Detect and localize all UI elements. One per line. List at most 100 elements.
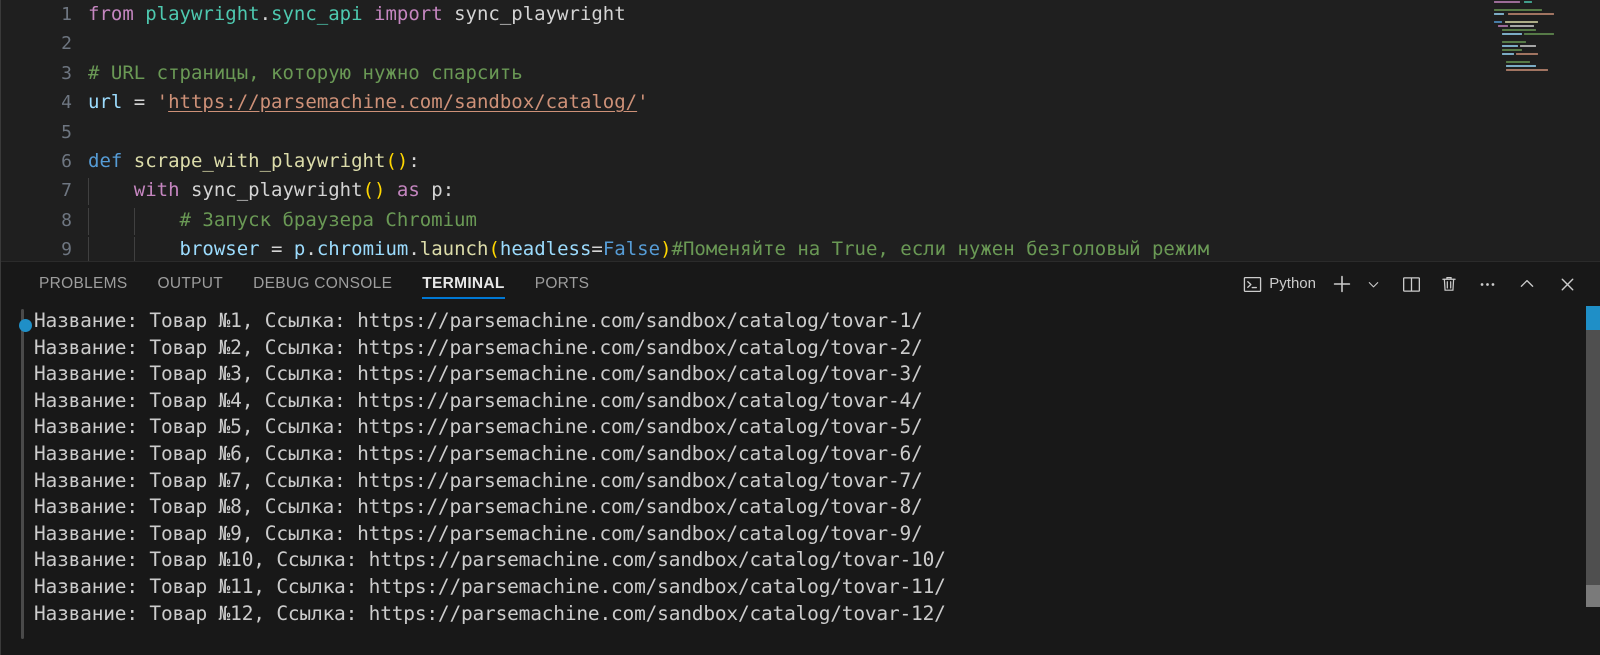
terminal-line: Название: Товар №6, Ссылка: https://pars… xyxy=(34,441,923,465)
code-token: sync_playwright xyxy=(442,3,626,25)
code-token: from xyxy=(88,3,146,25)
code-line[interactable]: 2 xyxy=(0,29,1600,58)
minimap-segment xyxy=(1502,33,1522,35)
tab-terminal[interactable]: TERMINAL xyxy=(407,262,519,306)
terminal-scrollbar[interactable] xyxy=(1586,306,1600,655)
code-token: sync_playwright xyxy=(190,179,363,202)
code-minimap[interactable] xyxy=(1492,0,1592,75)
terminal-output[interactable]: Название: Товар №1, Ссылка: https://pars… xyxy=(0,306,1600,655)
minimap-segment xyxy=(1506,69,1548,71)
terminal-type-icon[interactable] xyxy=(1237,268,1267,300)
trash-icon[interactable] xyxy=(1434,268,1464,300)
panel-tab-label: TERMINAL xyxy=(422,275,505,292)
minimap-segment xyxy=(1498,25,1508,27)
terminal-name-label[interactable]: Python xyxy=(1269,268,1316,300)
code-line[interactable]: 3 # URL страницы, которую нужно спарсить xyxy=(0,59,1600,88)
code-token: sync_api xyxy=(271,3,363,25)
code-token: as xyxy=(396,179,420,202)
minimap-segment xyxy=(1494,1,1520,3)
new-terminal-icon[interactable] xyxy=(1326,268,1358,300)
minimap-segment xyxy=(1520,45,1536,47)
code-line[interactable]: 7 with sync_playwright() as p: xyxy=(0,176,1600,206)
panel-tab-label: PORTS xyxy=(534,275,590,292)
minimap-segment xyxy=(1506,65,1536,67)
minimap-segment xyxy=(1524,1,1532,3)
code-token: https://parsemachine.com/sandbox/catalog… xyxy=(168,91,638,114)
code-token: = xyxy=(122,91,157,114)
code-editor[interactable]: 1 from playwright.sync_api import sync_pl… xyxy=(0,0,1600,261)
panel-tab-label: OUTPUT xyxy=(157,275,224,292)
code-token: . xyxy=(305,238,317,261)
minimap-segment xyxy=(1508,13,1554,15)
code-token: # URL страницы, которую нужно спарсить xyxy=(88,61,523,84)
panel-actions[interactable]: Python xyxy=(1237,262,1582,306)
code-text: from playwright.sync_api import sync_pla… xyxy=(88,0,626,29)
code-line[interactable]: 5 xyxy=(0,118,1600,147)
line-number: 7 xyxy=(61,180,72,202)
terminal-line: Название: Товар №11, Ссылка: https://par… xyxy=(34,574,946,598)
code-line[interactable]: 9 browser = p.chromium.launch(headless=F… xyxy=(0,235,1600,261)
code-line[interactable]: 1 from playwright.sync_api import sync_pl… xyxy=(0,0,1600,29)
code-token: . xyxy=(259,3,272,25)
code-text: # URL страницы, которую нужно спарсить xyxy=(88,59,523,88)
line-number: 1 xyxy=(61,4,72,25)
more-actions-icon[interactable] xyxy=(1472,268,1502,300)
code-text: with sync_playwright() as p: xyxy=(88,176,454,205)
terminal-lines-container: Название: Товар №1, Ссылка: https://pars… xyxy=(34,308,946,627)
line-number: 2 xyxy=(61,33,72,55)
terminal-line: Название: Товар №9, Ссылка: https://pars… xyxy=(34,521,923,545)
chevron-down-icon[interactable] xyxy=(1358,268,1388,300)
code-token: playwright xyxy=(145,3,260,25)
close-panel-icon[interactable] xyxy=(1552,268,1582,300)
minimap-segment xyxy=(1505,21,1538,23)
tab-problems[interactable]: PROBLEMS xyxy=(24,262,143,306)
code-token: ( xyxy=(488,238,500,261)
code-token: scrape_with_playwright xyxy=(133,149,386,172)
minimap-segment xyxy=(1494,21,1502,23)
code-token: False xyxy=(602,238,661,261)
code-line[interactable]: 6 def scrape_with_playwright(): xyxy=(0,147,1600,176)
code-token: ' xyxy=(637,91,649,114)
scrollbar-thumb-highlight[interactable] xyxy=(1586,585,1600,607)
scrollbar-thumb[interactable] xyxy=(1586,330,1600,585)
code-token: p: xyxy=(419,179,455,202)
code-line[interactable]: 8 # Запуск браузера Chromium xyxy=(0,206,1600,235)
code-token: . xyxy=(408,238,420,261)
panel-tabs[interactable]: PROBLEMS OUTPUT DEBUG CONSOLE TERMINAL PORTS xyxy=(24,262,604,306)
line-number: 8 xyxy=(61,209,72,231)
code-token: with xyxy=(133,179,191,202)
tab-debug-console[interactable]: DEBUG CONSOLE xyxy=(238,262,407,306)
maximize-panel-icon[interactable] xyxy=(1512,268,1542,300)
minimap-segment xyxy=(1502,41,1526,43)
minimap-segment xyxy=(1502,45,1518,47)
panel-tab-label: PROBLEMS xyxy=(39,275,128,292)
code-token: browser xyxy=(179,238,260,261)
code-text: def scrape_with_playwright(): xyxy=(88,147,420,176)
terminal-line: Название: Товар №1, Ссылка: https://pars… xyxy=(34,309,923,332)
minimap-segment xyxy=(1494,9,1542,11)
terminal-line: Название: Товар №4, Ссылка: https://pars… xyxy=(34,388,923,412)
minimap-segment xyxy=(1494,13,1504,15)
code-token: ) xyxy=(374,179,386,202)
terminal-line: Название: Товар №5, Ссылка: https://pars… xyxy=(34,415,923,439)
code-lines-container[interactable]: 1 from playwright.sync_api import sync_pl… xyxy=(0,0,1600,261)
line-number: 3 xyxy=(61,62,72,84)
tab-ports[interactable]: PORTS xyxy=(520,262,605,306)
terminal-line: Название: Товар №8, Ссылка: https://pars… xyxy=(34,495,923,519)
code-token: ) xyxy=(396,149,409,172)
bottom-panel[interactable]: PROBLEMS OUTPUT DEBUG CONSOLE TERMINAL PORTS… xyxy=(0,261,1600,655)
tab-output[interactable]: OUTPUT xyxy=(143,262,239,306)
command-status-dot[interactable] xyxy=(19,319,32,332)
code-token: chromium xyxy=(316,238,409,261)
code-token: launch xyxy=(419,238,489,261)
split-terminal-icon[interactable] xyxy=(1396,268,1426,300)
minimap-segment xyxy=(1506,61,1530,63)
minimap-segment xyxy=(1524,33,1554,35)
terminal-line: Название: Товар №12, Ссылка: https://par… xyxy=(34,601,946,625)
panel-tab-label: DEBUG CONSOLE xyxy=(253,275,393,292)
code-line[interactable]: 4 url = 'https://parsemachine.com/sandbox… xyxy=(0,88,1600,117)
line-number: 4 xyxy=(61,92,72,114)
